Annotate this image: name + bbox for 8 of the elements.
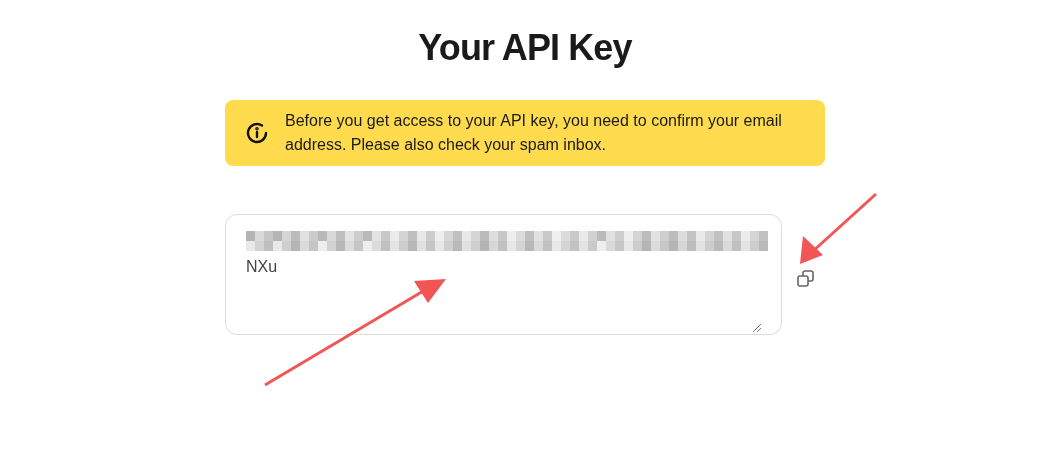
notice-text: Before you get access to your API key, you need to confirm your email address. Please also check your spam inbox.	[285, 111, 783, 155]
page-title: Your API Key	[418, 26, 632, 70]
api-key-text: NXu	[246, 257, 279, 277]
copy-button[interactable]	[797, 269, 815, 288]
api-key-field[interactable]: NXu	[225, 214, 782, 335]
copy-icon	[797, 269, 815, 288]
resize-handle-icon	[753, 324, 761, 332]
info-icon	[245, 121, 269, 145]
